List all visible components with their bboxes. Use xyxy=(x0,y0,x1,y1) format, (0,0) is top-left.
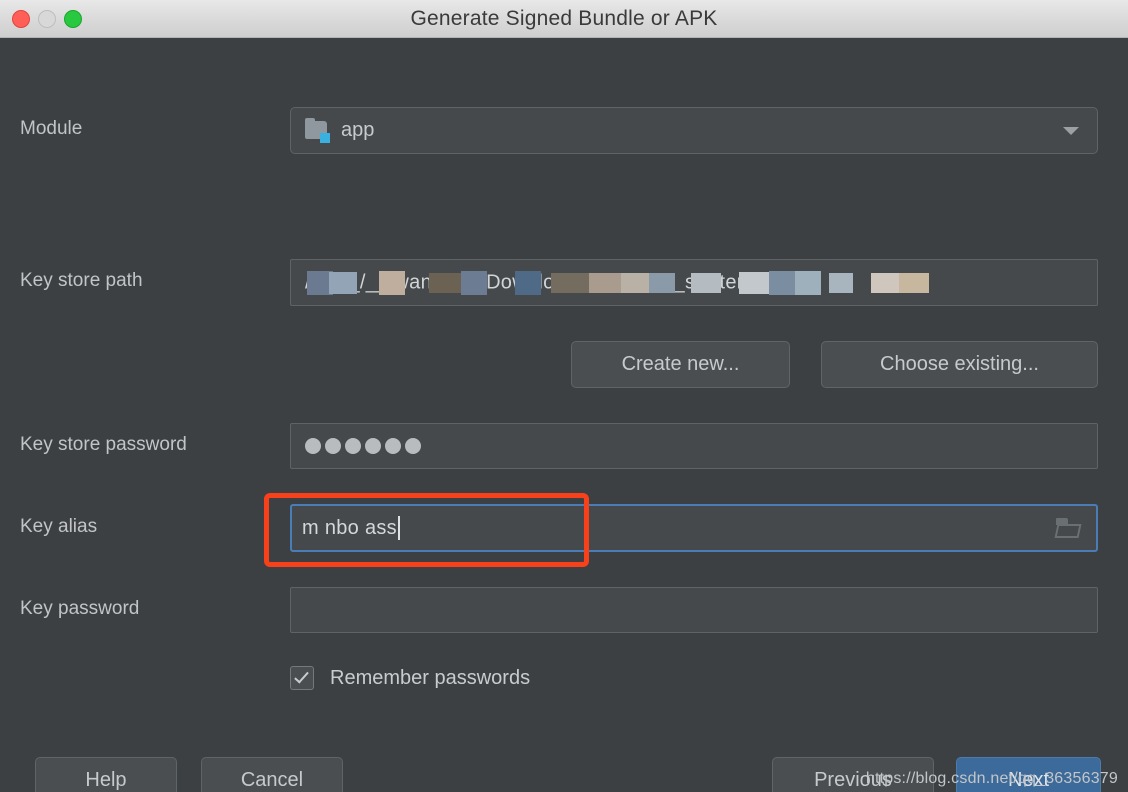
open-folder-icon[interactable] xyxy=(1054,518,1082,538)
choose-existing-button[interactable]: Choose existing... xyxy=(821,341,1098,388)
key-alias-label-wrap: Key alias xyxy=(20,516,97,538)
redaction-block xyxy=(329,271,357,294)
keystore-password-input[interactable] xyxy=(290,423,1098,469)
key-alias-label: Key alias xyxy=(20,516,98,537)
keystore-password-label: Key store password xyxy=(20,434,187,455)
chevron-down-icon[interactable] xyxy=(1063,126,1079,135)
watermark-text: https://blog.csdn.net/qq_36356379 xyxy=(865,770,1118,787)
zoom-window-button[interactable] xyxy=(64,10,82,28)
dialog-body: Module app Key store path /U___/__,wangy… xyxy=(0,38,1128,792)
module-label-wrap: Module xyxy=(20,118,82,140)
redaction-block xyxy=(899,272,929,293)
window-titlebar: Generate Signed Bundle or APK xyxy=(0,0,1128,38)
redaction-block xyxy=(871,272,901,293)
redaction-block xyxy=(829,272,853,293)
traffic-light-group xyxy=(12,10,82,28)
keystore-path-input[interactable]: /U___/__,wangyazi/Downloads/____app_star… xyxy=(290,259,1098,306)
key-alias-value: m nbo ass xyxy=(302,516,397,539)
redaction-block xyxy=(551,272,591,293)
redaction-block xyxy=(795,270,821,295)
keystore-path-label: Key store path xyxy=(20,270,143,291)
close-window-button[interactable] xyxy=(12,10,30,28)
text-caret xyxy=(397,516,400,540)
key-alias-input[interactable]: m nbo ass xyxy=(290,504,1098,552)
redaction-block xyxy=(649,272,675,293)
password-mask-dots xyxy=(301,438,421,454)
redaction-block xyxy=(461,270,487,295)
keystore-path-label-wrap: Key store path xyxy=(20,270,143,292)
redaction-block xyxy=(739,271,773,294)
module-dropdown[interactable]: app xyxy=(290,107,1098,154)
minimize-window-button[interactable] xyxy=(38,10,56,28)
redaction-block xyxy=(429,272,463,293)
keystore-path-value-wrap: /U___/__,wangyazi/Downloads/____app_star… xyxy=(301,260,1087,305)
checkmark-icon xyxy=(294,668,309,684)
redaction-block xyxy=(589,272,625,293)
keystore-password-label-wrap: Key store password xyxy=(20,434,187,456)
key-password-label-wrap: Key password xyxy=(20,598,139,620)
create-new-button[interactable]: Create new... xyxy=(571,341,790,388)
remember-passwords-row[interactable]: Remember passwords xyxy=(290,666,530,690)
window-title: Generate Signed Bundle or APK xyxy=(410,6,718,30)
remember-passwords-label: Remember passwords xyxy=(330,666,531,689)
remember-passwords-checkbox[interactable] xyxy=(290,666,314,690)
redaction-block xyxy=(515,270,541,295)
cancel-button[interactable]: Cancel xyxy=(201,757,343,792)
help-button[interactable]: Help xyxy=(35,757,177,792)
module-folder-icon xyxy=(305,118,330,143)
module-label: Module xyxy=(20,118,83,139)
redaction-block xyxy=(379,270,405,295)
key-password-label: Key password xyxy=(20,598,140,619)
key-alias-row: m nbo ass xyxy=(290,504,1098,552)
generate-signed-bundle-dialog: Generate Signed Bundle or APK Module app… xyxy=(0,0,1128,792)
redaction-block xyxy=(691,272,721,293)
module-selected-value: app xyxy=(341,119,375,141)
key-password-input[interactable] xyxy=(290,587,1098,633)
